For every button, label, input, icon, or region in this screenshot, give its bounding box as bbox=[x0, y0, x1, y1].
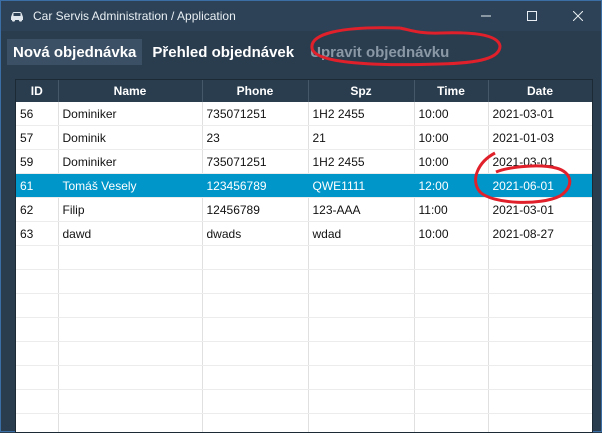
cell-date: 2021-01-03 bbox=[488, 126, 592, 150]
cell-id: 63 bbox=[16, 222, 58, 246]
title-bar: Car Servis Administration / Application bbox=[1, 1, 601, 31]
close-icon bbox=[573, 11, 583, 21]
cell-spz: QWE1111 bbox=[308, 174, 414, 198]
orders-table[interactable]: ID Name Phone Spz Time Date 56Dominiker7… bbox=[15, 79, 593, 433]
cell-name: Dominiker bbox=[58, 102, 202, 126]
maximize-button[interactable] bbox=[509, 1, 555, 31]
cell-id: 57 bbox=[16, 126, 58, 150]
cell-phone: 123456789 bbox=[202, 174, 308, 198]
table-row[interactable]: 62Filip12456789123-AAA11:002021-03-01 bbox=[16, 198, 592, 222]
cell-date: 2021-08-27 bbox=[488, 222, 592, 246]
cell-spz: wdad bbox=[308, 222, 414, 246]
cell-time: 10:00 bbox=[414, 222, 488, 246]
cell-phone: 735071251 bbox=[202, 102, 308, 126]
cell-phone: 23 bbox=[202, 126, 308, 150]
cell-name: Filip bbox=[58, 198, 202, 222]
cell-time: 10:00 bbox=[414, 126, 488, 150]
tab-order-overview[interactable]: Přehled objednávek bbox=[146, 39, 300, 65]
table-header-row: ID Name Phone Spz Time Date bbox=[16, 80, 592, 102]
car-icon bbox=[9, 8, 25, 24]
maximize-icon bbox=[527, 11, 537, 21]
cell-spz: 123-AAA bbox=[308, 198, 414, 222]
cell-spz: 21 bbox=[308, 126, 414, 150]
tab-new-order[interactable]: Nová objednávka bbox=[7, 39, 142, 65]
cell-name: dawd bbox=[58, 222, 202, 246]
cell-phone: 12456789 bbox=[202, 198, 308, 222]
tab-edit-order: Upravit objednávku bbox=[304, 39, 455, 65]
window-title: Car Servis Administration / Application bbox=[33, 9, 463, 23]
tab-bar: Nová objednávka Přehled objednávek Uprav… bbox=[1, 31, 601, 65]
empty-row bbox=[16, 270, 592, 294]
empty-row bbox=[16, 318, 592, 342]
cell-phone: 735071251 bbox=[202, 150, 308, 174]
empty-row bbox=[16, 390, 592, 414]
cell-time: 10:00 bbox=[414, 102, 488, 126]
cell-id: 59 bbox=[16, 150, 58, 174]
table-body: 56Dominiker7350712511H2 245510:002021-03… bbox=[16, 102, 592, 433]
empty-row bbox=[16, 246, 592, 270]
column-header-name[interactable]: Name bbox=[58, 80, 202, 102]
cell-name: Tomáš Vesely bbox=[58, 174, 202, 198]
cell-name: Dominiker bbox=[58, 150, 202, 174]
column-header-time[interactable]: Time bbox=[414, 80, 488, 102]
table-row[interactable]: 61Tomáš Vesely123456789QWE111112:002021-… bbox=[16, 174, 592, 198]
cell-phone: dwads bbox=[202, 222, 308, 246]
cell-name: Dominik bbox=[58, 126, 202, 150]
cell-time: 11:00 bbox=[414, 198, 488, 222]
table-row[interactable]: 63dawddwadswdad10:002021-08-27 bbox=[16, 222, 592, 246]
column-header-spz[interactable]: Spz bbox=[308, 80, 414, 102]
cell-time: 10:00 bbox=[414, 150, 488, 174]
cell-date: 2021-03-01 bbox=[488, 102, 592, 126]
tab-content: ID Name Phone Spz Time Date 56Dominiker7… bbox=[9, 71, 591, 431]
table-row[interactable]: 57Dominik232110:002021-01-03 bbox=[16, 126, 592, 150]
table-row[interactable]: 56Dominiker7350712511H2 245510:002021-03… bbox=[16, 102, 592, 126]
column-header-phone[interactable]: Phone bbox=[202, 80, 308, 102]
empty-row bbox=[16, 366, 592, 390]
empty-row bbox=[16, 294, 592, 318]
column-header-id[interactable]: ID bbox=[16, 80, 58, 102]
cell-spz: 1H2 2455 bbox=[308, 150, 414, 174]
minimize-button[interactable] bbox=[463, 1, 509, 31]
cell-spz: 1H2 2455 bbox=[308, 102, 414, 126]
empty-row bbox=[16, 342, 592, 366]
cell-id: 56 bbox=[16, 102, 58, 126]
app-window: Car Servis Administration / Application … bbox=[0, 0, 602, 432]
cell-time: 12:00 bbox=[414, 174, 488, 198]
cell-date: 2021-06-01 bbox=[488, 174, 592, 198]
table-row[interactable]: 59Dominiker7350712511H2 245510:002021-03… bbox=[16, 150, 592, 174]
empty-row bbox=[16, 414, 592, 433]
column-header-date[interactable]: Date bbox=[488, 80, 592, 102]
cell-date: 2021-03-01 bbox=[488, 198, 592, 222]
cell-id: 62 bbox=[16, 198, 58, 222]
close-button[interactable] bbox=[555, 1, 601, 31]
cell-id: 61 bbox=[16, 174, 58, 198]
minimize-icon bbox=[481, 11, 491, 21]
cell-date: 2021-03-01 bbox=[488, 150, 592, 174]
